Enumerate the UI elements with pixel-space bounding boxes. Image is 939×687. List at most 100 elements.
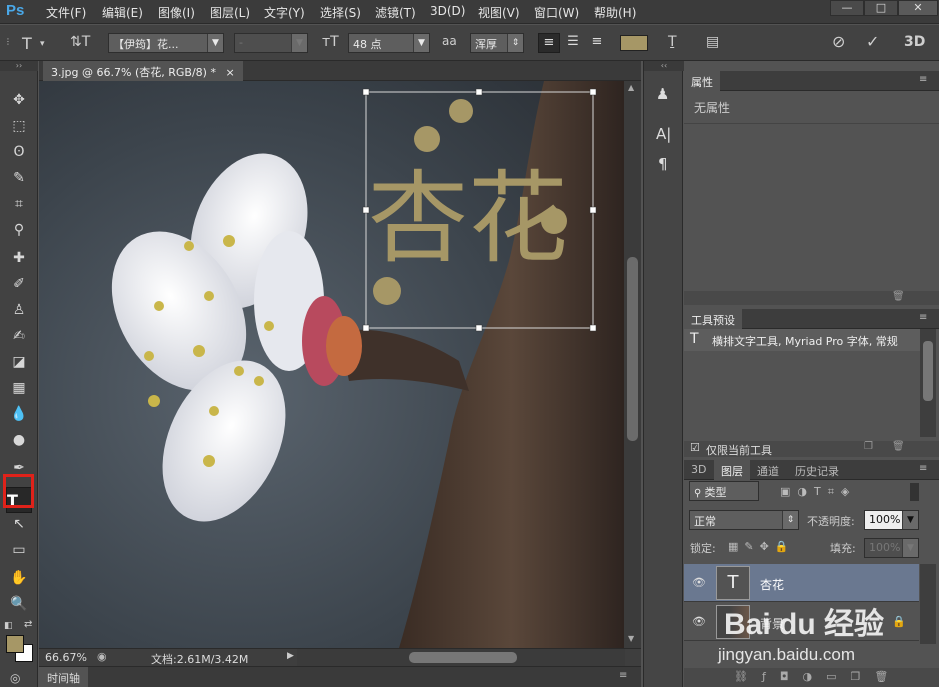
opacity-input[interactable]: 100% ▼ bbox=[864, 510, 919, 530]
canvas-text-layer[interactable]: 杏花 bbox=[368, 160, 568, 277]
timeline-tab[interactable]: 时间轴 bbox=[39, 667, 88, 687]
path-select-tool-icon[interactable]: ↖ bbox=[6, 513, 32, 535]
scroll-up-icon[interactable]: ▲ bbox=[628, 83, 634, 92]
fill-input[interactable]: 100% ▼ bbox=[864, 538, 919, 558]
quick-select-tool-icon[interactable]: ✎ bbox=[6, 167, 32, 189]
menu-view[interactable]: 视图(V) bbox=[478, 4, 520, 21]
tab-history[interactable]: 历史记录 bbox=[788, 460, 846, 480]
lasso-tool-icon[interactable]: ʘ bbox=[6, 141, 32, 163]
align-left-button[interactable]: ≡ bbox=[538, 33, 560, 53]
tool-preset-item[interactable]: T 横排文字工具, Myriad Pro 字体, 常规 bbox=[684, 329, 920, 351]
default-colors-icon[interactable]: ◧ bbox=[4, 621, 13, 631]
move-tool-icon[interactable]: ✥ bbox=[6, 89, 32, 111]
character-icon[interactable]: A| bbox=[656, 125, 671, 143]
clone-stamp-tool-icon[interactable]: ♙ bbox=[6, 299, 32, 321]
horizontal-scrollbar[interactable] bbox=[297, 649, 625, 666]
align-right-button[interactable]: ≡ bbox=[586, 33, 608, 53]
menu-image[interactable]: 图像(I) bbox=[158, 4, 195, 21]
collapse-icon[interactable]: ‹‹ bbox=[644, 61, 684, 71]
tab-properties[interactable]: 属性 bbox=[684, 71, 720, 91]
font-style-select[interactable]: - ▼ bbox=[234, 33, 308, 53]
history-brush-tool-icon[interactable]: ✍ bbox=[6, 325, 32, 347]
commit-edit-icon[interactable]: ✓ bbox=[866, 32, 879, 51]
3d-text-icon[interactable]: 3D bbox=[904, 34, 925, 50]
menu-file[interactable]: 文件(F) bbox=[46, 4, 86, 21]
preset-scrollbar[interactable] bbox=[920, 329, 936, 437]
panel-menu-icon[interactable]: ≡ bbox=[919, 74, 927, 85]
horizontal-scroll-thumb[interactable] bbox=[409, 652, 517, 663]
layer-row-text[interactable]: 👁 T 杏花 bbox=[684, 564, 919, 602]
text-color-swatch[interactable] bbox=[620, 35, 648, 51]
layer-actions-icons[interactable]: ⛓ƒ◘◑▭❐🗑 bbox=[734, 670, 902, 683]
foreground-color-swatch[interactable] bbox=[6, 635, 24, 653]
document-canvas[interactable]: 杏花 bbox=[39, 81, 624, 648]
close-button[interactable]: ✕ bbox=[898, 0, 938, 16]
paragraph-icon[interactable]: ¶ bbox=[658, 155, 668, 173]
healing-brush-tool-icon[interactable]: ✚ bbox=[6, 247, 32, 269]
tab-channels[interactable]: 通道 bbox=[750, 460, 786, 480]
eraser-tool-icon[interactable]: ◪ bbox=[6, 351, 32, 373]
panel-menu-icon[interactable]: ≡ bbox=[619, 670, 627, 681]
document-tab[interactable]: 3.jpg @ 66.7% (杏花, RGB/8) * × bbox=[43, 61, 243, 81]
scroll-down-icon[interactable]: ▼ bbox=[628, 634, 634, 643]
eye-icon[interactable]: 👁 bbox=[692, 576, 706, 589]
zoom-level[interactable]: 66.67% bbox=[45, 651, 87, 664]
blend-mode-select[interactable]: 正常 ⇕ bbox=[689, 510, 799, 530]
vertical-scrollbar[interactable]: ▲ ▼ bbox=[624, 81, 641, 648]
eye-icon[interactable]: 👁 bbox=[692, 615, 706, 628]
crop-tool-icon[interactable]: ⌗ bbox=[6, 193, 32, 215]
menu-help[interactable]: 帮助(H) bbox=[594, 4, 636, 21]
quick-mask-icon[interactable]: ◎ bbox=[10, 671, 20, 685]
warp-text-icon[interactable]: Ṯ bbox=[668, 34, 677, 50]
status-menu-arrow-icon[interactable]: ▶ bbox=[287, 651, 294, 661]
cancel-edit-icon[interactable]: ⊘ bbox=[832, 32, 845, 51]
blur-tool-icon[interactable]: 💧 bbox=[6, 403, 32, 425]
tab-3d[interactable]: 3D bbox=[684, 460, 713, 480]
gradient-tool-icon[interactable]: ▦ bbox=[6, 377, 32, 399]
preset-scroll-thumb[interactable] bbox=[923, 341, 933, 401]
menu-3d[interactable]: 3D(D) bbox=[430, 4, 465, 18]
zoom-tool-icon[interactable]: 🔍 bbox=[6, 593, 32, 615]
minimize-button[interactable]: — bbox=[830, 0, 864, 16]
chevron-down-icon[interactable]: ▾ bbox=[40, 39, 45, 49]
swap-colors-icon[interactable]: ⇄ bbox=[24, 619, 32, 630]
font-family-select[interactable]: 【伊筠】花... ▼ bbox=[108, 33, 224, 53]
eyedropper-tool-icon[interactable]: ⚲ bbox=[6, 219, 32, 241]
text-tool-preset-icon[interactable]: T bbox=[22, 34, 32, 53]
panel-menu-icon[interactable]: ≡ bbox=[919, 463, 927, 474]
menu-type[interactable]: 文字(Y) bbox=[264, 4, 305, 21]
layer-filter-select[interactable]: ⚲ 类型 bbox=[689, 481, 759, 501]
text-orientation-icon[interactable]: ⇅T bbox=[70, 34, 90, 50]
close-tab-icon[interactable]: × bbox=[225, 66, 234, 79]
collapse-icon[interactable]: ›› bbox=[0, 61, 38, 71]
trash-icon[interactable]: 🗑 bbox=[892, 291, 905, 302]
antialias-select[interactable]: 浑厚 ⇕ bbox=[470, 33, 524, 53]
dodge-tool-icon[interactable]: ● bbox=[6, 429, 32, 451]
rectangle-tool-icon[interactable]: ▭ bbox=[6, 539, 32, 561]
brush-tool-icon[interactable]: ✐ bbox=[6, 273, 32, 295]
current-tool-checkbox[interactable]: ☑ bbox=[690, 441, 700, 454]
menu-window[interactable]: 窗口(W) bbox=[534, 4, 579, 21]
align-center-button[interactable]: ☰ bbox=[562, 33, 584, 53]
layers-scrollbar[interactable] bbox=[920, 564, 936, 644]
new-preset-icon[interactable]: ❐ bbox=[864, 441, 873, 452]
maximize-button[interactable]: □ bbox=[864, 0, 898, 16]
layer-filter-icons[interactable]: ▣◑T⌗◈ bbox=[780, 485, 856, 499]
vertical-scroll-thumb[interactable] bbox=[627, 257, 638, 441]
status-info-icon[interactable]: ◉ bbox=[97, 650, 107, 663]
tab-tool-presets[interactable]: 工具预设 bbox=[684, 309, 742, 329]
menu-layer[interactable]: 图层(L) bbox=[210, 4, 250, 21]
filter-toggle[interactable] bbox=[910, 483, 919, 501]
menu-edit[interactable]: 编辑(E) bbox=[102, 4, 143, 21]
trash-icon[interactable]: 🗑 bbox=[892, 441, 905, 452]
panel-menu-icon[interactable]: ≡ bbox=[919, 312, 927, 323]
lock-icons[interactable]: ▦✎✥🔒 bbox=[728, 540, 795, 553]
font-size-select[interactable]: 48 点 ▼ bbox=[348, 33, 430, 53]
menu-select[interactable]: 选择(S) bbox=[320, 4, 361, 21]
brush-presets-icon[interactable]: ♟ bbox=[656, 85, 669, 103]
character-panel-icon[interactable]: ▤ bbox=[706, 34, 719, 50]
menu-filter[interactable]: 滤镜(T) bbox=[375, 4, 416, 21]
tab-layers[interactable]: 图层 bbox=[714, 460, 750, 480]
hand-tool-icon[interactable]: ✋ bbox=[6, 567, 32, 589]
marquee-tool-icon[interactable]: ⬚ bbox=[6, 115, 32, 137]
